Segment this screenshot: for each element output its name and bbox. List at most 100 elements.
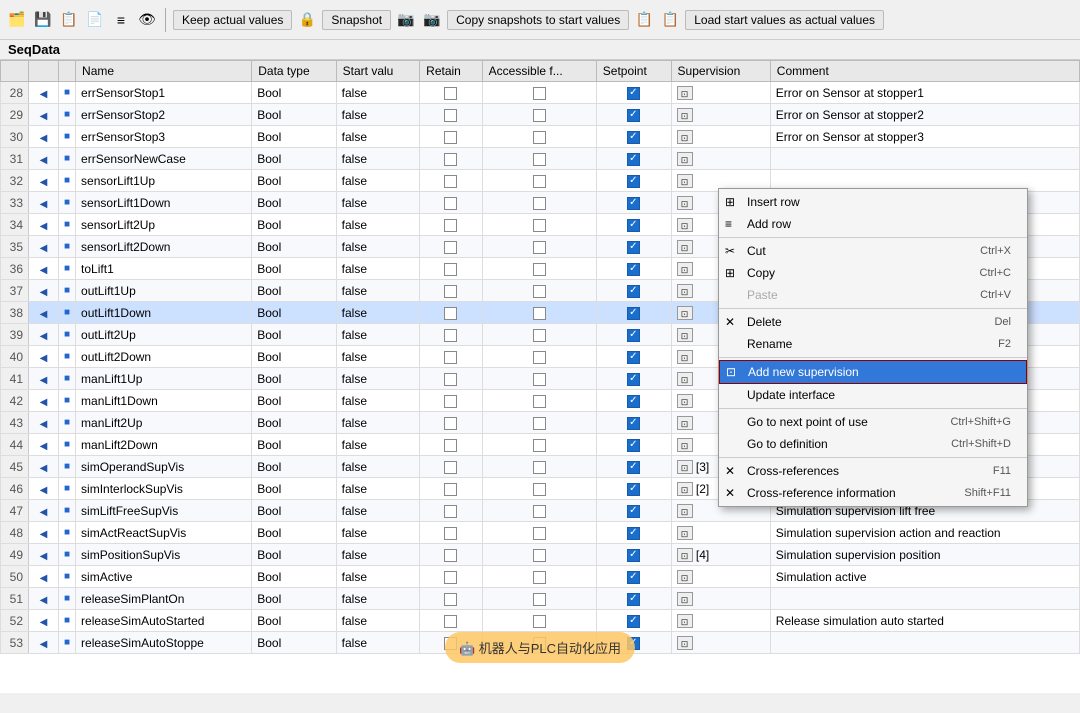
row-retain[interactable] bbox=[420, 346, 483, 368]
ctx-item-8[interactable]: Update interface bbox=[719, 384, 1027, 406]
row-retain[interactable] bbox=[420, 368, 483, 390]
toolbar-icon-5[interactable]: ≡ bbox=[110, 9, 132, 31]
ctx-item-4[interactable]: PasteCtrl+V bbox=[719, 284, 1027, 306]
row-retain[interactable] bbox=[420, 214, 483, 236]
row-retain[interactable] bbox=[420, 280, 483, 302]
row-setpoint[interactable] bbox=[596, 412, 671, 434]
row-access[interactable] bbox=[482, 478, 596, 500]
row-setpoint[interactable] bbox=[596, 280, 671, 302]
table-row[interactable]: 31 ◀ ■ errSensorNewCase Bool false ⊡ bbox=[1, 148, 1080, 170]
ctx-item-9[interactable]: Go to next point of useCtrl+Shift+G bbox=[719, 411, 1027, 433]
row-retain[interactable] bbox=[420, 566, 483, 588]
row-retain[interactable] bbox=[420, 324, 483, 346]
row-access[interactable] bbox=[482, 258, 596, 280]
row-access[interactable] bbox=[482, 412, 596, 434]
toolbar-icon-lock[interactable]: 🔒 bbox=[296, 9, 318, 31]
row-setpoint[interactable] bbox=[596, 214, 671, 236]
table-row[interactable]: 51 ◀ ■ releaseSimPlantOn Bool false ⊡ bbox=[1, 588, 1080, 610]
row-setpoint[interactable] bbox=[596, 610, 671, 632]
row-access[interactable] bbox=[482, 324, 596, 346]
row-retain[interactable] bbox=[420, 456, 483, 478]
toolbar-icon-3[interactable]: 📋 bbox=[58, 9, 80, 31]
ctx-item-5[interactable]: ✕DeleteDel bbox=[719, 311, 1027, 333]
toolbar-icon-6[interactable]: 👁 bbox=[136, 9, 158, 31]
table-row[interactable]: 29 ◀ ■ errSensorStop2 Bool false ⊡ Error… bbox=[1, 104, 1080, 126]
ctx-item-12[interactable]: ✕Cross-reference informationShift+F11 bbox=[719, 482, 1027, 504]
row-retain[interactable] bbox=[420, 126, 483, 148]
row-setpoint[interactable] bbox=[596, 302, 671, 324]
load-start-button[interactable]: Load start values as actual values bbox=[685, 10, 884, 30]
row-retain[interactable] bbox=[420, 544, 483, 566]
row-setpoint[interactable] bbox=[596, 588, 671, 610]
row-setpoint[interactable] bbox=[596, 148, 671, 170]
ctx-item-11[interactable]: ✕Cross-referencesF11 bbox=[719, 460, 1027, 482]
table-row[interactable]: 28 ◀ ■ errSensorStop1 Bool false ⊡ Error… bbox=[1, 82, 1080, 104]
row-setpoint[interactable] bbox=[596, 368, 671, 390]
ctx-item-6[interactable]: RenameF2 bbox=[719, 333, 1027, 355]
row-setpoint[interactable] bbox=[596, 192, 671, 214]
row-access[interactable] bbox=[482, 390, 596, 412]
row-setpoint[interactable] bbox=[596, 170, 671, 192]
row-setpoint[interactable] bbox=[596, 566, 671, 588]
row-retain[interactable] bbox=[420, 236, 483, 258]
row-retain[interactable] bbox=[420, 82, 483, 104]
table-row[interactable]: 52 ◀ ■ releaseSimAutoStarted Bool false … bbox=[1, 610, 1080, 632]
row-retain[interactable] bbox=[420, 148, 483, 170]
toolbar-icon-4[interactable]: 📄 bbox=[84, 9, 106, 31]
row-access[interactable] bbox=[482, 346, 596, 368]
row-retain[interactable] bbox=[420, 434, 483, 456]
ctx-item-3[interactable]: ⊞CopyCtrl+C bbox=[719, 262, 1027, 284]
row-retain[interactable] bbox=[420, 104, 483, 126]
row-setpoint[interactable] bbox=[596, 258, 671, 280]
row-access[interactable] bbox=[482, 610, 596, 632]
table-row[interactable]: 49 ◀ ■ simPositionSupVis Bool false ⊡ [4… bbox=[1, 544, 1080, 566]
row-access[interactable] bbox=[482, 192, 596, 214]
row-retain[interactable] bbox=[420, 478, 483, 500]
row-retain[interactable] bbox=[420, 412, 483, 434]
table-row[interactable]: 50 ◀ ■ simActive Bool false ⊡ Simulation… bbox=[1, 566, 1080, 588]
row-retain[interactable] bbox=[420, 610, 483, 632]
table-row[interactable]: 48 ◀ ■ simActReactSupVis Bool false ⊡ Si… bbox=[1, 522, 1080, 544]
row-access[interactable] bbox=[482, 126, 596, 148]
row-setpoint[interactable] bbox=[596, 324, 671, 346]
row-access[interactable] bbox=[482, 434, 596, 456]
ctx-item-2[interactable]: ✂CutCtrl+X bbox=[719, 240, 1027, 262]
row-retain[interactable] bbox=[420, 192, 483, 214]
row-retain[interactable] bbox=[420, 302, 483, 324]
row-access[interactable] bbox=[482, 368, 596, 390]
row-setpoint[interactable] bbox=[596, 236, 671, 258]
row-setpoint[interactable] bbox=[596, 434, 671, 456]
row-setpoint[interactable] bbox=[596, 126, 671, 148]
row-setpoint[interactable] bbox=[596, 544, 671, 566]
ctx-item-10[interactable]: Go to definitionCtrl+Shift+D bbox=[719, 433, 1027, 455]
row-access[interactable] bbox=[482, 500, 596, 522]
row-access[interactable] bbox=[482, 522, 596, 544]
row-access[interactable] bbox=[482, 456, 596, 478]
row-setpoint[interactable] bbox=[596, 456, 671, 478]
row-access[interactable] bbox=[482, 544, 596, 566]
row-access[interactable] bbox=[482, 148, 596, 170]
row-access[interactable] bbox=[482, 214, 596, 236]
toolbar-icon-1[interactable]: 🗂️ bbox=[6, 9, 28, 31]
row-access[interactable] bbox=[482, 82, 596, 104]
ctx-item-1[interactable]: ≡Add row bbox=[719, 213, 1027, 235]
row-retain[interactable] bbox=[420, 170, 483, 192]
row-access[interactable] bbox=[482, 280, 596, 302]
row-setpoint[interactable] bbox=[596, 104, 671, 126]
row-access[interactable] bbox=[482, 236, 596, 258]
row-access[interactable] bbox=[482, 170, 596, 192]
keep-actual-button[interactable]: Keep actual values bbox=[173, 10, 292, 30]
row-access[interactable] bbox=[482, 104, 596, 126]
row-retain[interactable] bbox=[420, 500, 483, 522]
row-access[interactable] bbox=[482, 566, 596, 588]
row-setpoint[interactable] bbox=[596, 522, 671, 544]
row-setpoint[interactable] bbox=[596, 390, 671, 412]
row-retain[interactable] bbox=[420, 522, 483, 544]
toolbar-icon-9[interactable]: 📋 bbox=[633, 9, 655, 31]
toolbar-icon-2[interactable]: 💾 bbox=[32, 9, 54, 31]
row-retain[interactable] bbox=[420, 258, 483, 280]
row-retain[interactable] bbox=[420, 588, 483, 610]
row-access[interactable] bbox=[482, 588, 596, 610]
snapshot-button[interactable]: Snapshot bbox=[322, 10, 391, 30]
row-setpoint[interactable] bbox=[596, 82, 671, 104]
